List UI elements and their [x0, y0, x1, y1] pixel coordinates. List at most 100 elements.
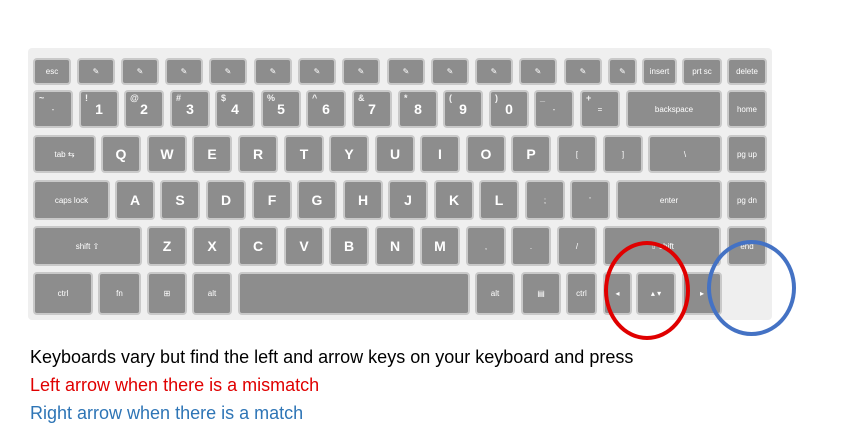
key-pg-up: pg up	[727, 135, 767, 173]
key-symbol: ;	[525, 180, 565, 220]
key-label: delete	[736, 67, 758, 76]
key-ctrl: ctrl	[566, 272, 597, 315]
key-label: enter	[659, 195, 679, 205]
key-alt: alt	[192, 272, 232, 315]
right-arrow-highlight-circle	[707, 240, 796, 336]
key-secondary-label: #	[176, 93, 182, 103]
key-8: * 8	[398, 90, 438, 128]
key-label: ✎	[579, 67, 587, 76]
key-label: alt	[490, 289, 500, 298]
key-m: M	[420, 226, 460, 266]
key-pg-dn: pg dn	[727, 180, 767, 220]
key-fn: fn	[98, 272, 141, 315]
key-symbol: ✎	[519, 58, 557, 85]
key-secondary-label: ~	[39, 93, 45, 103]
key-label: M	[434, 238, 446, 254]
key-label: shift ⇧	[75, 241, 100, 251]
left-arrow-highlight-circle	[604, 241, 690, 340]
key-p: P	[511, 135, 551, 173]
key-6: ^ 6	[306, 90, 346, 128]
key-label: S	[175, 192, 185, 208]
key-label: ✎	[357, 67, 365, 76]
key-label: ;	[543, 195, 547, 205]
key-symbol: ✎	[77, 58, 115, 85]
key-secondary-label: (	[449, 93, 452, 103]
key-i: I	[420, 135, 460, 173]
key-d: D	[206, 180, 246, 220]
key-label: Z	[162, 238, 172, 254]
key-esc: esc	[33, 58, 71, 85]
key-label: ]	[621, 149, 625, 159]
key-symbol: ⊞	[147, 272, 187, 315]
key-label: E	[207, 146, 217, 162]
key-v: V	[284, 226, 324, 266]
key-g: G	[297, 180, 337, 220]
key-n: N	[375, 226, 415, 266]
key-symbol: ✎	[121, 58, 159, 85]
key-symbol: + =	[580, 90, 620, 128]
key-a: A	[115, 180, 155, 220]
key-label: ✎	[180, 67, 188, 76]
key-symbol: ✎	[564, 58, 602, 85]
key-label: N	[389, 238, 401, 254]
key-symbol: ✎	[475, 58, 513, 85]
key-prt-sc: prt sc	[682, 58, 722, 85]
key-label: 5	[277, 101, 285, 117]
key-symbol: /	[557, 226, 597, 266]
key-5: % 5	[261, 90, 301, 128]
key-t: T	[284, 135, 324, 173]
key-e: E	[192, 135, 232, 173]
key-label: ✎	[224, 67, 232, 76]
key-label: '	[589, 195, 591, 205]
key-label: B	[343, 238, 355, 254]
key-4: $4	[215, 90, 255, 128]
key-label: G	[311, 192, 323, 208]
key-label: prt sc	[692, 67, 712, 76]
key-symbol: .	[511, 226, 551, 266]
key-label: L	[494, 192, 504, 208]
key-u: U	[375, 135, 415, 173]
key-label: ,	[484, 241, 488, 251]
key-1: ! 1	[79, 90, 119, 128]
key-label: ✎	[534, 67, 542, 76]
key-delete: delete	[727, 58, 767, 85]
key-y: Y	[329, 135, 369, 173]
key-label: I	[438, 146, 442, 162]
key-caps-lock: caps lock	[33, 180, 110, 220]
key-label: J	[404, 192, 412, 208]
key-label: ctrl	[57, 289, 69, 298]
key-symbol: ✎	[209, 58, 247, 85]
key-label: 4	[231, 101, 239, 117]
key-label: Y	[344, 146, 354, 162]
key-secondary-label: )	[495, 93, 498, 103]
key-7: & 7	[352, 90, 392, 128]
key-label: ✎	[313, 67, 321, 76]
key-h: H	[343, 180, 383, 220]
key-label: ✎	[136, 67, 144, 76]
key-symbol: _ -	[534, 90, 574, 128]
key-label: ▤	[537, 289, 545, 298]
key-symbol: ▤	[521, 272, 561, 315]
key-secondary-label: !	[85, 93, 88, 103]
key-secondary-label: %	[267, 93, 276, 103]
key-label: X	[207, 238, 217, 254]
key-secondary-label: +	[586, 93, 592, 103]
key-f: F	[252, 180, 292, 220]
key-l: L	[479, 180, 519, 220]
key-backspace: backspace	[626, 90, 722, 128]
key-label: -	[552, 104, 556, 114]
spacebar-key	[238, 272, 470, 315]
key-w: W	[147, 135, 187, 173]
key-label: 9	[459, 101, 467, 117]
key-c: C	[238, 226, 278, 266]
key-label: 6	[322, 101, 330, 117]
key-shift: shift ⇧	[33, 226, 142, 266]
instruction-text: Keyboards vary but find the left and arr…	[30, 347, 634, 367]
key-label: Q	[115, 146, 127, 162]
key-label: F	[267, 192, 277, 208]
key-enter: enter	[616, 180, 722, 220]
key-label: caps lock	[54, 195, 89, 205]
key-label: \	[683, 149, 687, 159]
key-label: O	[480, 146, 492, 162]
key-label: C	[252, 238, 264, 254]
